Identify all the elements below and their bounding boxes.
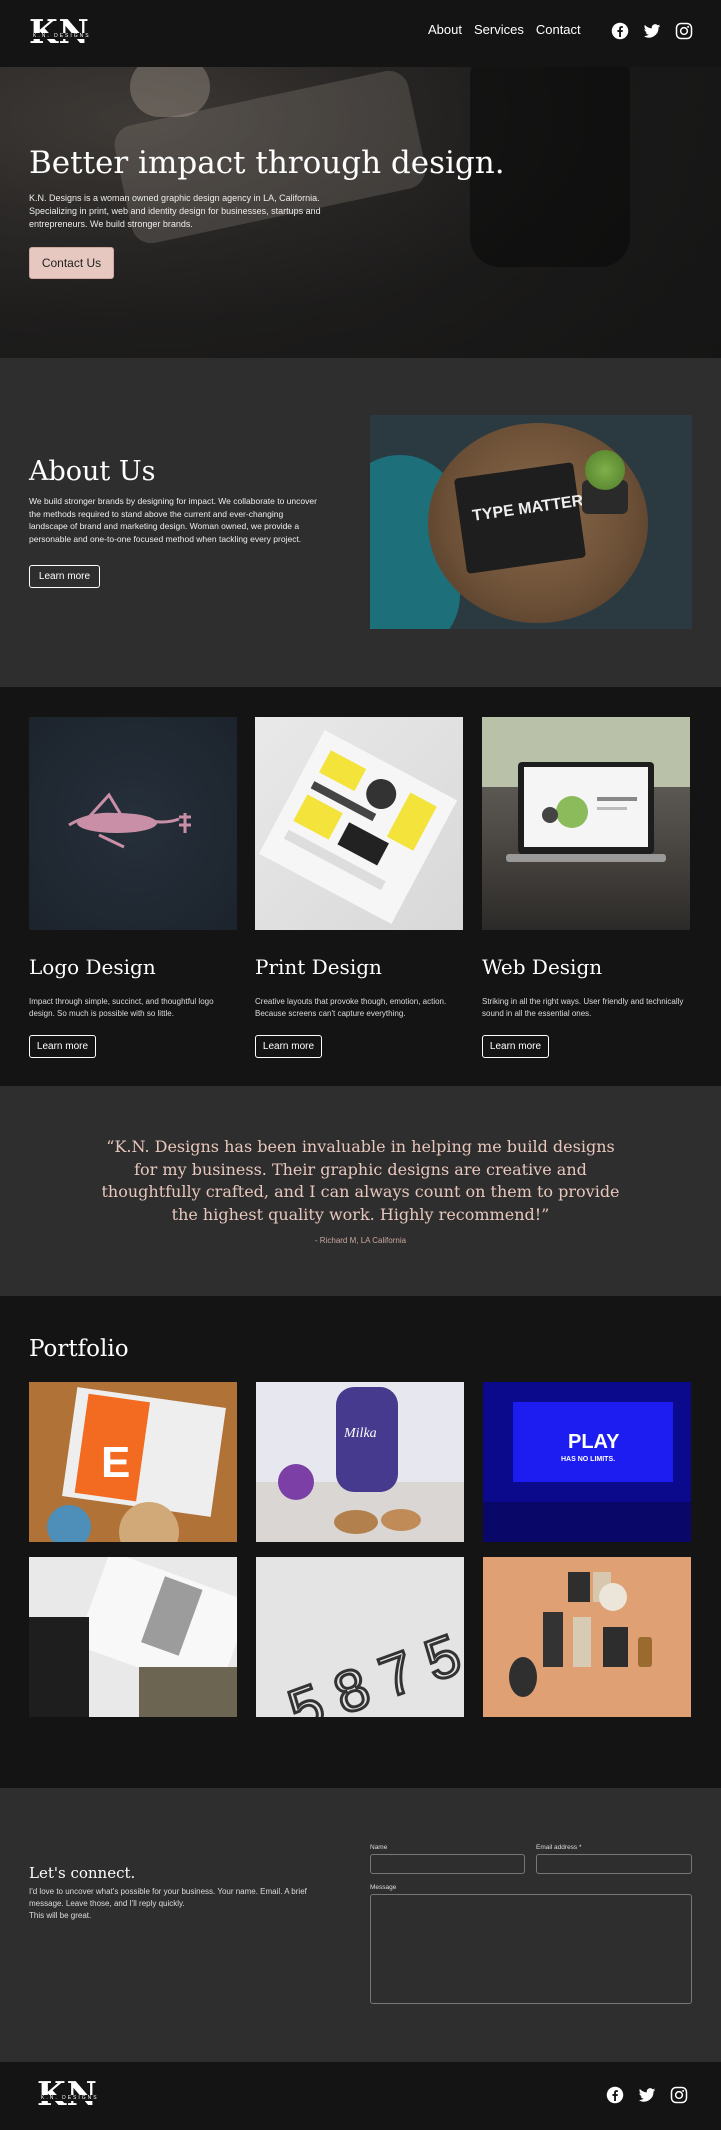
instagram-icon[interactable] [675, 22, 693, 40]
hero-bg-hand [130, 67, 210, 117]
service-learn-more-button[interactable]: Learn more [29, 1035, 96, 1058]
logo-design-image [29, 717, 237, 930]
tile-book-letter: E [101, 1438, 130, 1487]
portfolio-tile-magazine[interactable] [29, 1557, 237, 1717]
email-label: Email address * [536, 1844, 582, 1851]
logo-subtitle: K.N. DESIGNS [31, 32, 93, 39]
nav-item-contact[interactable]: Contact [536, 22, 581, 37]
contact-us-button[interactable]: Contact Us [29, 247, 114, 279]
service-text: Striking in all the right ways. User fri… [482, 997, 684, 1018]
twitter-icon[interactable] [638, 2086, 656, 2104]
message-label: Message [370, 1884, 397, 1891]
message-field[interactable] [370, 1894, 692, 2004]
testimonial-author: - Richard M, LA California [314, 1236, 407, 1245]
logo-letters: KN [29, 11, 90, 51]
name-label: Name [370, 1844, 388, 1851]
facebook-icon[interactable] [611, 22, 629, 40]
image-plant [585, 450, 625, 490]
portfolio-title: Portfolio [29, 1336, 129, 1362]
logo-subtitle: K.N. DESIGNS [39, 2094, 101, 2101]
contact-text-2: This will be great. [29, 1911, 92, 1920]
service-title: Print Design [255, 955, 382, 979]
portfolio-tile-book[interactable]: E [29, 1382, 237, 1542]
contact-text: I'd love to uncover what's possible for … [29, 1887, 307, 1908]
service-learn-more-button[interactable]: Learn more [482, 1035, 549, 1058]
contact-title: Let's connect. [29, 1864, 136, 1882]
portfolio-tile-milka[interactable]: Milka [256, 1382, 464, 1542]
name-field[interactable] [370, 1854, 525, 1874]
nav-item-about[interactable]: About [428, 22, 462, 37]
tile-play-subtext: HAS NO LIMITS. [561, 1456, 615, 1463]
service-title: Logo Design [29, 955, 156, 979]
hero-title: Better impact through design. [29, 145, 505, 181]
logo-letters: KN [37, 2073, 98, 2113]
instagram-icon[interactable] [670, 2086, 688, 2104]
email-field[interactable] [536, 1854, 692, 1874]
service-title: Web Design [482, 955, 603, 979]
web-design-image [482, 717, 690, 930]
about-section: About Us We build stronger brands by des… [0, 358, 721, 687]
top-nav: KN K.N. DESIGNS About Services Contact [0, 0, 721, 67]
portfolio-tile-play[interactable]: PLAY HAS NO LIMITS. [483, 1382, 691, 1542]
nav-item-services[interactable]: Services [474, 22, 524, 37]
hero-section: Better impact through design. K.N. Desig… [0, 67, 721, 358]
testimonial-section: “K.N. Designs has been invaluable in hel… [0, 1086, 721, 1296]
brand-logo[interactable]: KN K.N. DESIGNS [29, 11, 99, 54]
print-design-image [255, 717, 463, 930]
footer: KN K.N. DESIGNS [0, 2062, 721, 2129]
about-text: We build stronger brands by designing fo… [29, 496, 317, 544]
service-text: Impact through simple, succinct, and tho… [29, 997, 214, 1018]
contact-section: Let's connect. I'd love to uncover what'… [0, 1788, 721, 2062]
facebook-icon[interactable] [606, 2086, 624, 2104]
footer-logo[interactable]: KN K.N. DESIGNS [37, 2073, 107, 2116]
about-learn-more-button[interactable]: Learn more [29, 565, 100, 588]
nav-links: About Services Contact [428, 22, 581, 37]
tile-milka-text: Milka [343, 1426, 377, 1441]
portfolio-tile-numbers[interactable]: 5 8 7 5 4 [256, 1557, 464, 1717]
twitter-icon[interactable] [643, 22, 661, 40]
footer-social-links [606, 2086, 688, 2104]
services-section: Logo Design Impact through simple, succi… [0, 687, 721, 1086]
portfolio-tile-products[interactable] [483, 1557, 691, 1717]
hero-text: K.N. Designs is a woman owned graphic de… [29, 193, 321, 229]
service-text: Creative layouts that provoke though, em… [255, 997, 447, 1018]
service-learn-more-button[interactable]: Learn more [255, 1035, 322, 1058]
tile-play-text: PLAY [568, 1431, 620, 1453]
social-links [611, 22, 693, 40]
about-image: TYPE MATTERS! [370, 415, 692, 629]
testimonial-quote: “K.N. Designs has been invaluable in hel… [101, 1137, 620, 1224]
about-title: About Us [29, 456, 156, 487]
portfolio-section: Portfolio E Milka PLAY HAS NO LIMITS. 5 … [0, 1296, 721, 1788]
